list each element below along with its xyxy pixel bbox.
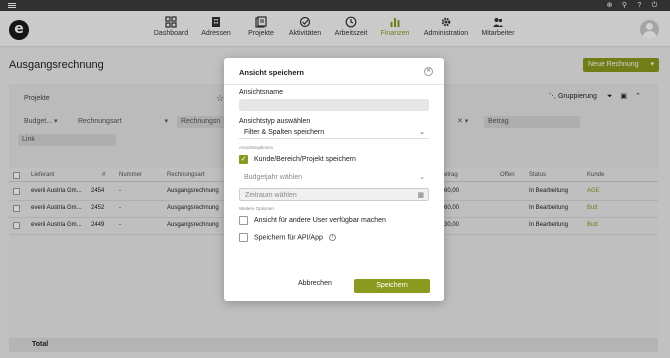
save-button[interactable]: Speichern <box>354 279 430 293</box>
view-type-label: Ansichtstyp auswählen <box>239 118 311 125</box>
chevron-down-icon: ⌄ <box>419 129 425 136</box>
share-view-checkbox[interactable] <box>239 216 248 225</box>
dialog-title: Ansicht speichern <box>239 68 305 77</box>
more-options-label: Weitere Optionen <box>239 206 274 211</box>
save-view-dialog: Ansicht speichern ✕ Ansichtsname Ansicht… <box>224 58 444 301</box>
view-type-value: Filter & Spalten speichern <box>244 129 325 136</box>
divider <box>224 84 444 85</box>
view-name-input[interactable] <box>239 99 429 111</box>
info-icon[interactable]: i <box>328 234 336 241</box>
options-section-label: Ansichtsoptionen <box>239 145 274 150</box>
period-picker[interactable]: Zeitraum wählen ▦ <box>239 188 429 201</box>
share-view-label[interactable]: Ansicht für andere User verfügbar machen <box>254 217 386 224</box>
save-project-checkbox[interactable]: ✓ <box>239 155 248 164</box>
api-save-label: Speichern für API/App <box>254 234 323 242</box>
budget-year-select[interactable]: Budgetjahr wählen ⌄ <box>239 171 429 184</box>
api-save-checkbox[interactable] <box>239 233 248 242</box>
view-name-label: Ansichtsname <box>239 89 283 96</box>
view-type-select[interactable]: Filter & Spalten speichern ⌄ <box>239 126 429 139</box>
calendar-icon: ▦ <box>417 192 424 199</box>
cancel-button[interactable]: Abbrechen <box>298 280 332 287</box>
close-icon[interactable]: ✕ <box>424 67 433 76</box>
save-project-label[interactable]: Kunde/Bereich/Projekt speichern <box>254 156 356 163</box>
api-save-row[interactable]: Speichern für API/App i <box>254 234 336 241</box>
chevron-down-icon: ⌄ <box>419 174 425 181</box>
period-placeholder: Zeitraum wählen <box>245 192 297 199</box>
budget-year-placeholder: Budgetjahr wählen <box>244 174 302 181</box>
